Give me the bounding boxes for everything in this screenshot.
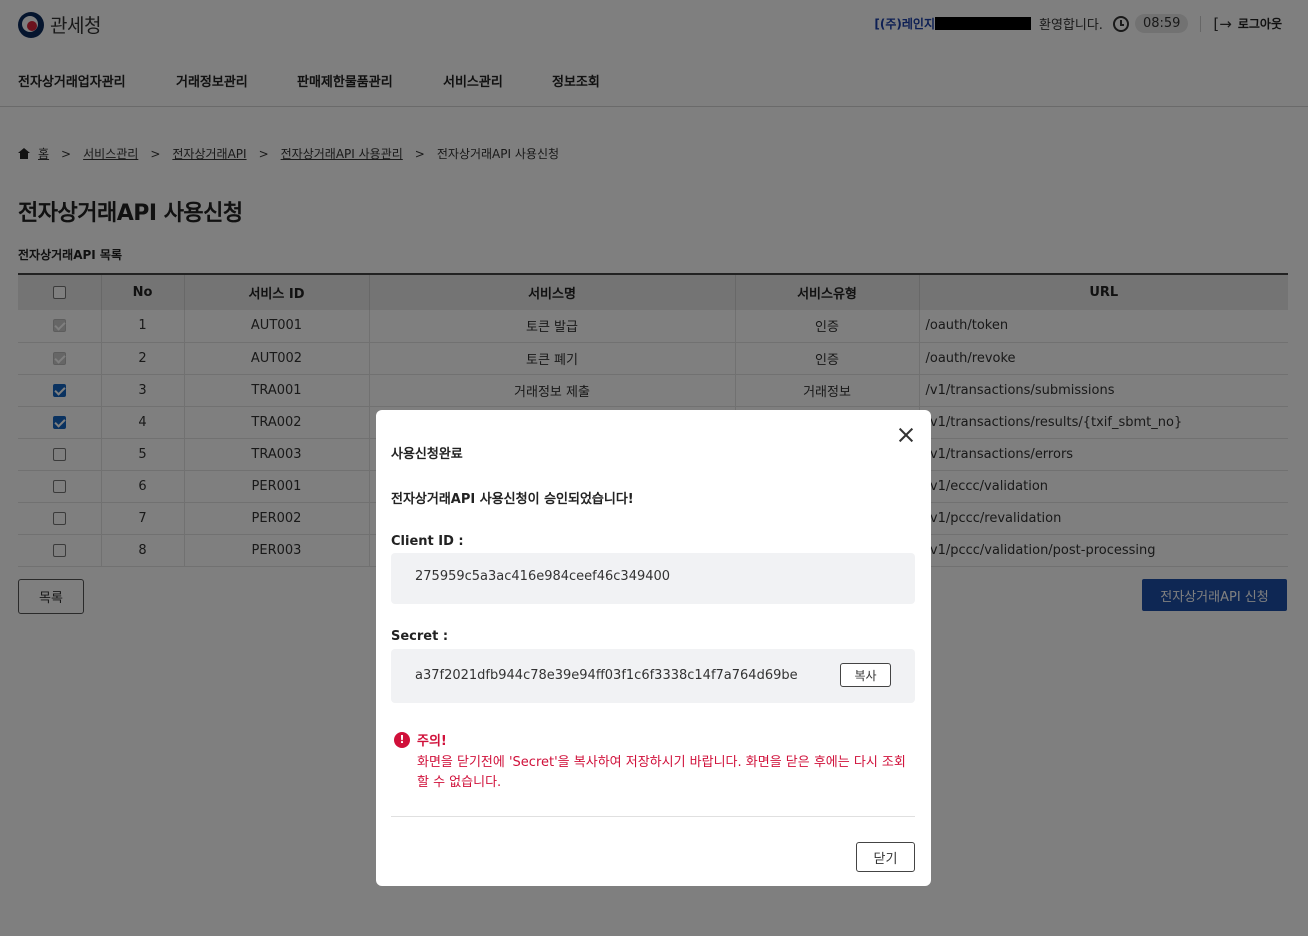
warning-text: 화면을 닫기전에 'Secret'을 복사하여 저장하시기 바랍니다. 화면을 … [417, 755, 906, 790]
client-id-value: 275959c5a3ac416e984ceef46c349400 [415, 569, 671, 584]
secret-label: Secret : [391, 629, 449, 644]
secret-value: a37f2021dfb944c78e39e94ff03f1c6f3338c14f… [415, 668, 798, 683]
warning-title: 주의! [417, 734, 447, 749]
modal-title: 사용신청완료 [391, 447, 463, 462]
modal-divider [391, 816, 915, 817]
close-button[interactable]: 닫기 [856, 842, 915, 872]
alert-icon: ! [394, 731, 410, 748]
modal-message: 전자상거래API 사용신청이 승인되었습니다! [391, 492, 634, 507]
secret-box: a37f2021dfb944c78e39e94ff03f1c6f3338c14f… [391, 649, 915, 703]
modal-close-icon[interactable] [895, 424, 917, 446]
copy-secret-button[interactable]: 복사 [840, 663, 891, 687]
warning-block: ! 주의! 화면을 닫기전에 'Secret'을 복사하여 저장하시기 바랍니다… [394, 730, 914, 793]
approval-modal: 사용신청완료 전자상거래API 사용신청이 승인되었습니다! Client ID… [376, 410, 931, 886]
client-id-box: 275959c5a3ac416e984ceef46c349400 [391, 553, 915, 604]
client-id-label: Client ID : [391, 534, 464, 549]
